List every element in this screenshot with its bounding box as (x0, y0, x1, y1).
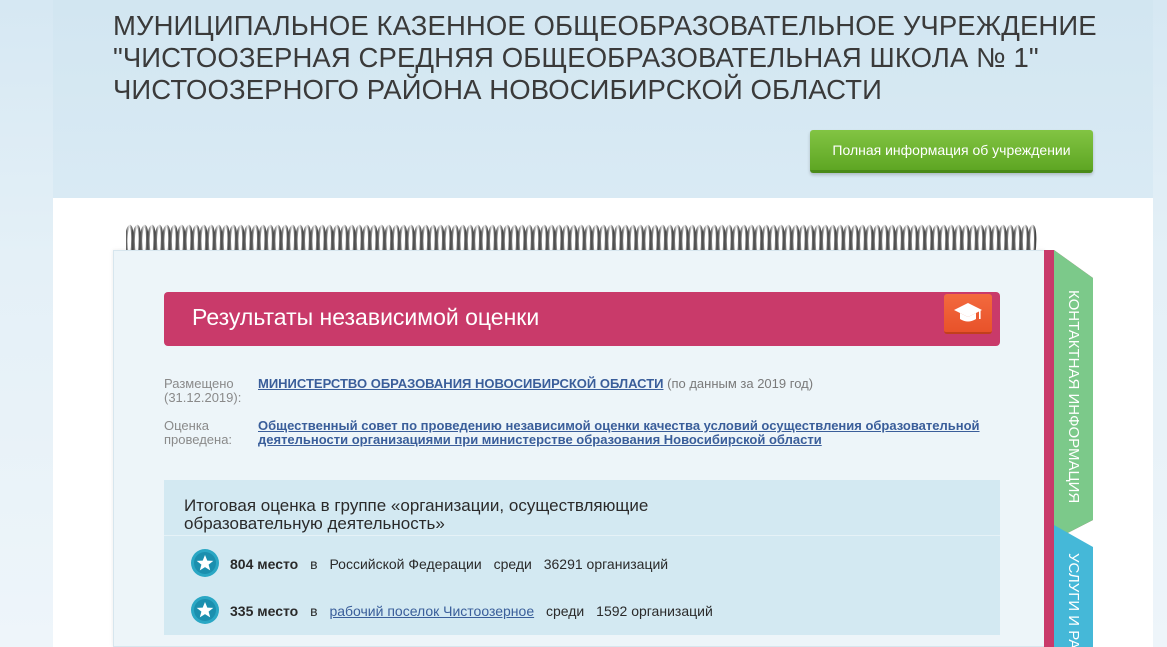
placed-row: Размещено (31.12.2019): МИНИСТЕРСТВО ОБР… (164, 377, 1000, 407)
title-line: МУНИЦИПАЛЬНОЕ КАЗЕННОЕ ОБЩЕОБРАЗОВАТЕЛЬН… (113, 10, 1097, 41)
graduation-cap-icon[interactable] (944, 294, 992, 334)
conducted-value: Общественный совет по проведению независ… (258, 419, 1000, 447)
rank-text: 335 место в рабочий поселок Чистоозерное… (230, 603, 721, 619)
rank-in: в (310, 603, 318, 619)
rating-header: Итоговая оценка в группе «организации, о… (164, 480, 1000, 536)
placed-note: (по данным за 2019 год) (667, 376, 814, 391)
rank-in: в (310, 556, 318, 572)
rank-region: Российской Федерации (329, 556, 482, 572)
title-line: "ЧИСТООЗЕРНАЯ СРЕДНЯЯ ОБЩЕОБРАЗОВАТЕЛЬНА… (113, 42, 1039, 73)
notebook-panel: Результаты независимой оценки Размещено … (113, 250, 1045, 647)
header: МУНИЦИПАЛЬНОЕ КАЗЕННОЕ ОБЩЕОБРАЗОВАТЕЛЬН… (53, 0, 1153, 198)
rank-place: 804 место (230, 556, 299, 572)
rank-region-link[interactable]: рабочий поселок Чистоозерное (329, 603, 534, 619)
conducted-row: Оценка проведена: Общественный совет по … (164, 419, 1000, 449)
star-icon (191, 549, 219, 577)
rank-count: 1592 организаций (596, 603, 713, 619)
ministry-link[interactable]: МИНИСТЕРСТВО ОБРАЗОВАНИЯ НОВОСИБИРСКОЙ О… (258, 376, 664, 391)
rank-among: среди (546, 603, 585, 619)
rank-among: среди (493, 556, 532, 572)
rating-box: Итоговая оценка в группе «организации, о… (164, 480, 1000, 635)
tab-contact-info[interactable]: КОНТАКТНАЯ ИНФОРМАЦИЯ (1044, 250, 1093, 540)
rank-count: 36291 организаций (543, 556, 669, 572)
rank-place: 335 место (230, 603, 299, 619)
tab-services-label: УСЛУГИ И РА (1065, 553, 1082, 647)
tab-contact-label: КОНТАКТНАЯ ИНФОРМАЦИЯ (1065, 290, 1082, 504)
organization-title: МУНИЦИПАЛЬНОЕ КАЗЕННОЕ ОБЩЕОБРАЗОВАТЕЛЬН… (113, 10, 1097, 106)
section-title: Результаты независимой оценки (192, 304, 540, 330)
title-line: ЧИСТООЗЕРНОГО РАЙОНА НОВОСИБИРСКОЙ ОБЛАС… (113, 74, 882, 105)
rating-title: Итоговая оценка в группе «организации, о… (184, 496, 649, 533)
rank-text: 804 место в Российской Федерации среди 3… (230, 556, 676, 572)
full-info-button[interactable]: Полная информация об учреждении (810, 130, 1093, 173)
side-tabs: КОНТАКТНАЯ ИНФОРМАЦИЯ УСЛУГИ И РА (1044, 250, 1094, 647)
page: МУНИЦИПАЛЬНОЕ КАЗЕННОЕ ОБЩЕОБРАЗОВАТЕЛЬН… (53, 0, 1153, 647)
conducted-label: Оценка проведена: (164, 418, 233, 447)
tab-services[interactable]: УСЛУГИ И РА (1044, 525, 1093, 647)
placed-label: Размещено (31.12.2019): (164, 376, 242, 405)
star-icon (191, 596, 219, 624)
section-banner: Результаты независимой оценки (164, 292, 1000, 346)
council-link[interactable]: Общественный совет по проведению независ… (258, 418, 980, 447)
placed-value: МИНИСТЕРСТВО ОБРАЗОВАНИЯ НОВОСИБИРСКОЙ О… (258, 377, 1000, 391)
